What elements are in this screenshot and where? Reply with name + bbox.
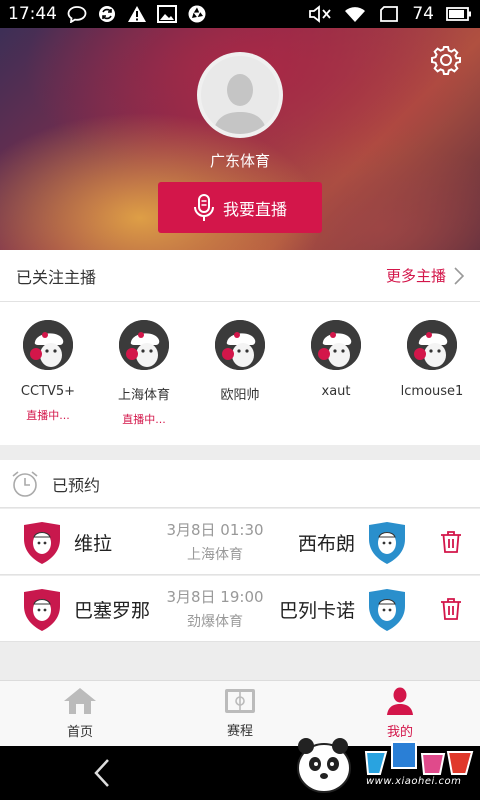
start-live-button[interactable]: 我要直播 <box>158 182 322 233</box>
anchor-name: CCTV5+ <box>20 384 76 399</box>
tab-schedule-label: 赛程 <box>226 724 253 739</box>
trash-icon <box>441 531 461 553</box>
home-team-crest-icon <box>22 521 62 569</box>
status-bar: 17:44 74 <box>0 0 480 28</box>
home-team-name: 维拉 <box>74 532 113 555</box>
match-info: 3月8日 01:30 上海体育 <box>150 519 280 564</box>
home-team-name: 巴塞罗那 <box>74 599 151 622</box>
anchor-name: 上海体育 <box>117 388 170 403</box>
watermark-url: www.xiaohei.com <box>366 776 462 787</box>
anchor-avatar <box>311 320 361 370</box>
user-name: 广东体育 <box>209 152 270 170</box>
anchor-avatar <box>215 320 265 370</box>
away-team-crest-icon <box>367 588 407 636</box>
anchor-item[interactable]: 上海体育 直播中... <box>96 302 192 445</box>
delete-reservation-button[interactable] <box>440 530 462 558</box>
match-channel: 上海体育 <box>187 547 243 563</box>
profile-header: 广东体育 我要直播 <box>0 28 480 250</box>
anchor-name: xaut <box>321 384 351 399</box>
anchor-item[interactable]: 欧阳帅 <box>192 302 288 445</box>
user-icon <box>387 687 413 715</box>
more-anchors-label: 更多主播 <box>385 267 446 285</box>
trash-icon <box>441 598 461 620</box>
delete-reservation-button[interactable] <box>440 597 462 625</box>
anchor-name: lcmouse1 <box>400 384 464 399</box>
schedule-icon <box>225 689 255 713</box>
match-info: 3月8日 19:00 劲爆体育 <box>150 586 280 631</box>
mascot-avatar-icon <box>215 320 265 370</box>
anchor-item[interactable]: lcmouse1 <box>384 302 480 445</box>
match-channel: 劲爆体育 <box>187 614 243 630</box>
followed-anchors-header: 已关注主播 更多主播 <box>0 250 480 302</box>
battery-icon <box>446 6 472 22</box>
reserved-match-item[interactable]: 巴塞罗那 3月8日 19:00 劲爆体育 巴列卡诺 <box>0 576 480 642</box>
anchor-avatar <box>119 320 169 370</box>
tab-home-label: 首页 <box>66 725 93 740</box>
image-notification-icon <box>157 5 177 23</box>
mascot-avatar-icon <box>23 320 73 370</box>
site-watermark: www.xiaohei.com <box>288 724 480 800</box>
anchor-live-status: 直播中... <box>26 409 70 422</box>
chevron-right-icon <box>454 266 464 285</box>
more-anchors-link[interactable]: 更多主播 <box>386 265 464 286</box>
gear-icon <box>431 46 461 75</box>
mute-icon <box>308 4 332 24</box>
anchor-item[interactable]: CCTV5+ 直播中... <box>0 302 96 445</box>
alarm-clock-icon <box>12 470 38 497</box>
wifi-icon <box>344 5 366 23</box>
match-time: 3月8日 19:00 <box>166 588 264 606</box>
followed-anchors-title: 已关注主播 <box>16 267 97 287</box>
default-avatar-icon <box>213 74 267 134</box>
microphone-icon <box>193 193 214 221</box>
away-team-name: 巴列卡诺 <box>278 599 355 622</box>
anchor-item[interactable]: xaut <box>288 302 384 445</box>
app-notification-icon <box>187 4 207 24</box>
back-arrow-icon <box>94 759 109 787</box>
back-button[interactable] <box>88 757 118 789</box>
away-team-crest-icon <box>367 521 407 569</box>
warning-icon <box>127 5 147 23</box>
mascot-avatar-icon <box>119 320 169 370</box>
mascot-avatar-icon <box>407 320 457 370</box>
anchor-avatar <box>23 320 73 370</box>
reserved-header: 已预约 <box>0 460 480 508</box>
settings-button[interactable] <box>430 44 462 76</box>
chat-notification-icon <box>67 5 87 23</box>
status-time: 17:44 <box>8 4 57 24</box>
anchor-live-status: 直播中... <box>122 413 166 426</box>
reserved-match-item[interactable]: 维拉 3月8日 01:30 上海体育 西布朗 <box>0 509 480 575</box>
home-team-crest-icon <box>22 588 62 636</box>
away-team-name: 西布朗 <box>297 532 355 555</box>
sim-icon <box>378 5 400 23</box>
tab-home[interactable]: 首页 <box>0 681 160 746</box>
home-icon <box>64 688 96 714</box>
anchor-name: 欧阳帅 <box>220 388 260 403</box>
user-avatar[interactable] <box>197 52 283 138</box>
battery-level: 74 <box>412 4 434 24</box>
anchor-avatar <box>407 320 457 370</box>
match-time: 3月8日 01:30 <box>166 521 264 539</box>
mascot-avatar-icon <box>311 320 361 370</box>
sync-notification-icon <box>97 4 117 24</box>
start-live-label: 我要直播 <box>222 199 287 219</box>
panda-logo-icon <box>297 738 474 793</box>
followed-anchors-list: CCTV5+ 直播中... 上海体育 直播中... 欧阳帅 xaut lcmou… <box>0 302 480 445</box>
reserved-title: 已预约 <box>52 475 101 495</box>
